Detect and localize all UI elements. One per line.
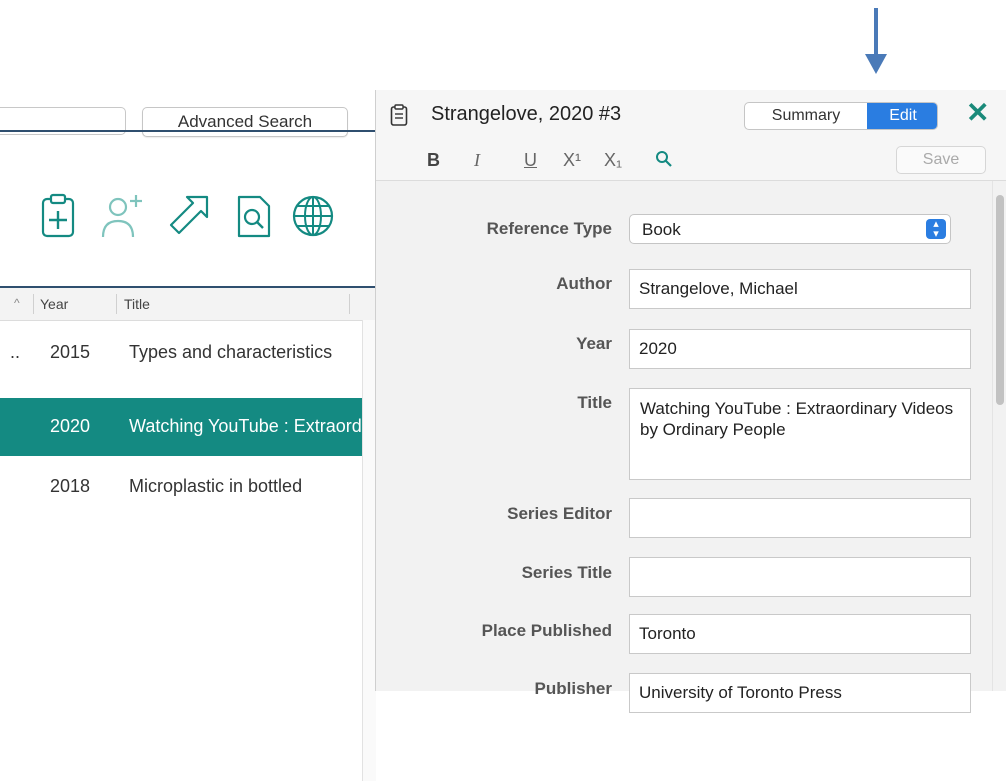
reference-title: Strangelove, 2020 #3 (431, 103, 622, 125)
close-icon[interactable]: ✕ (966, 99, 989, 127)
new-reference-icon[interactable] (40, 193, 76, 239)
field-label-year: Year (576, 334, 612, 353)
scrollbar-thumb[interactable] (996, 195, 1004, 405)
row-year: 2018 (50, 476, 91, 496)
row-title: Microplastic in bottled (129, 476, 303, 496)
field-label-series-editor: Series Editor (507, 504, 612, 523)
field-label-author: Author (556, 274, 612, 293)
row-title: Watching YouTube : Extraordinary (129, 416, 362, 436)
reference-form: Reference Type Book ▴ ▾ Author Strangelov… (376, 181, 1006, 713)
divider (0, 130, 375, 132)
field-label-title: Title (577, 393, 612, 412)
advanced-search-button[interactable]: Advanced Search (142, 107, 348, 137)
place-published-field[interactable]: Toronto (629, 614, 971, 654)
column-title[interactable]: Title (124, 296, 150, 312)
superscript-button[interactable]: X¹ (563, 150, 581, 171)
reference-editor-panel: Strangelove, 2020 #3 Summary Edit ✕ B I … (375, 90, 1006, 713)
underline-button[interactable]: U (524, 150, 537, 171)
year-field[interactable]: 2020 (629, 329, 971, 369)
subscript-button[interactable]: X₁ (604, 150, 622, 171)
tab-edit[interactable]: Edit (867, 103, 937, 129)
format-toolbar: B I U X¹ X₁ Save (376, 140, 1006, 181)
field-label-place-published: Place Published (481, 621, 612, 640)
bold-button[interactable]: B (427, 150, 440, 171)
table-row[interactable]: .. 2015 Types and characteristics (0, 324, 362, 382)
table-row[interactable]: 2018 Microplastic in bottled (0, 458, 362, 516)
title-field[interactable]: Watching YouTube : Extraordinary Videos … (629, 388, 971, 480)
online-search-icon[interactable] (290, 193, 336, 239)
view-mode-toggle: Summary Edit (744, 102, 938, 130)
save-button[interactable]: Save (896, 146, 986, 174)
row-prefix: .. (10, 342, 21, 362)
find-pdf-icon[interactable] (236, 193, 272, 239)
series-title-field[interactable] (629, 557, 971, 597)
annotation-arrow-icon (865, 8, 887, 74)
reference-type-select[interactable]: Book ▴ ▾ (629, 214, 951, 244)
table-row-selected[interactable]: 2020 Watching YouTube : Extraordinary (0, 398, 362, 456)
row-year: 2020 (50, 416, 91, 436)
clipboard-icon (390, 104, 408, 126)
publisher-field[interactable]: University of Toronto Press (629, 673, 971, 713)
editor-scrollbar[interactable] (992, 181, 1006, 691)
export-arrow-icon[interactable] (165, 193, 211, 239)
editor-header: Strangelove, 2020 #3 Summary Edit ✕ (376, 90, 1006, 140)
tab-summary[interactable]: Summary (745, 103, 867, 129)
search-icon[interactable] (655, 150, 673, 173)
author-field[interactable]: Strangelove, Michael (629, 269, 971, 309)
italic-button[interactable]: I (474, 150, 480, 171)
sort-ascending-icon[interactable]: ^ (14, 296, 20, 310)
column-year[interactable]: Year (40, 296, 68, 312)
chevron-updown-icon: ▴ ▾ (926, 219, 946, 240)
reference-type-value: Book (642, 220, 681, 239)
field-label-series-title: Series Title (521, 563, 612, 582)
library-pane: Advanced Search ^ Year Title .. 2015 Typ… (0, 90, 376, 781)
column-header: ^ Year Title (0, 288, 375, 321)
field-label-publisher: Publisher (534, 679, 612, 698)
share-user-icon[interactable] (100, 193, 146, 239)
row-year: 2015 (50, 342, 91, 362)
series-editor-field[interactable] (629, 498, 971, 538)
row-title: Types and characteristics (129, 342, 333, 362)
library-scrollbar[interactable] (362, 320, 376, 781)
field-label-reference-type: Reference Type (486, 219, 612, 238)
